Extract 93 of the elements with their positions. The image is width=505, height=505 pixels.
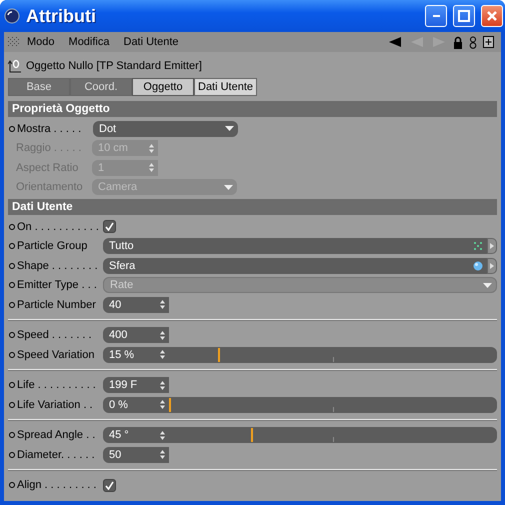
section-header: Proprietà Oggetto — [8, 101, 497, 117]
sphere-icon — [473, 260, 483, 271]
menu-item[interactable]: Modo — [20, 36, 62, 48]
number-field[interactable]: 40 — [103, 296, 169, 313]
arrow-icon — [490, 262, 494, 269]
field-value: 15 % — [109, 348, 134, 361]
field-label: Life . . . . . . . . . . — [17, 379, 97, 392]
number-field[interactable]: 50 — [103, 446, 169, 463]
caret-icon — [483, 282, 492, 288]
keyframe-dot[interactable] — [9, 382, 15, 388]
keyframe-dot[interactable] — [9, 482, 15, 488]
minimize-icon — [432, 15, 440, 17]
object-name: Oggetto Nullo [TP Standard Emitter] — [26, 60, 202, 72]
checkbox[interactable] — [103, 478, 116, 492]
spinner-arrows-icon[interactable] — [160, 380, 165, 390]
caret-icon — [224, 184, 233, 190]
particles-icon — [473, 241, 483, 252]
null-object-icon — [8, 58, 22, 74]
spinner-arrows-icon[interactable] — [160, 330, 165, 340]
slider-tick — [333, 406, 334, 412]
tab[interactable]: Dati Utente — [194, 78, 258, 96]
link-field[interactable]: Sfera — [103, 258, 487, 274]
tab[interactable]: Oggetto — [132, 78, 194, 96]
keyframe-dot[interactable] — [9, 432, 15, 438]
window-title: Attributi — [26, 6, 97, 26]
field-label: Diameter. . . . . . — [17, 448, 96, 461]
keyframe-dot[interactable] — [9, 262, 15, 269]
number-field[interactable]: 0 % — [103, 396, 169, 413]
arrow-icon — [490, 243, 494, 250]
field-value: 199 F — [109, 379, 138, 392]
spinner-arrows-icon[interactable] — [160, 430, 165, 440]
field-value: 50 — [109, 448, 122, 461]
field-label: Shape . . . . . . . . — [17, 260, 99, 272]
number-field[interactable]: 400 — [103, 327, 169, 344]
new-panel-icon[interactable] — [483, 36, 494, 48]
field-value: Tutto — [109, 240, 134, 252]
spinner-arrows-icon[interactable] — [160, 350, 165, 360]
menu-item[interactable]: Modifica — [62, 36, 116, 48]
slider-thumb[interactable] — [218, 348, 220, 362]
field-label: Particle Group — [17, 240, 88, 252]
lock-icon[interactable] — [453, 36, 463, 48]
close-button[interactable] — [481, 5, 503, 27]
keyframe-dot[interactable] — [9, 452, 15, 458]
spinner-arrows-icon[interactable] — [149, 163, 154, 172]
keyframe-dot[interactable] — [9, 332, 15, 338]
field-label: Particle Number — [17, 298, 97, 311]
field-label: Spread Angle . . — [17, 429, 96, 442]
checkbox[interactable] — [103, 220, 116, 234]
field-value: 400 — [109, 329, 128, 342]
keyframe-dot[interactable] — [9, 126, 15, 132]
dropdown[interactable]: Dot — [93, 120, 238, 137]
field-value: 40 — [109, 298, 122, 311]
back-arrow-icon[interactable] — [387, 36, 403, 48]
field-label: Speed . . . . . . . — [17, 329, 93, 342]
field-label: On . . . . . . . . . . . — [17, 220, 100, 233]
check-icon — [105, 222, 114, 232]
field-label: Align . . . . . . . . . — [17, 479, 98, 492]
spinner-arrows-icon[interactable] — [160, 400, 165, 410]
link-arrow-button[interactable] — [487, 258, 497, 274]
number-field[interactable]: 15 % — [103, 346, 169, 363]
slider-tick — [333, 356, 334, 362]
maximize-icon — [458, 10, 470, 22]
field-value: 45 ° — [109, 429, 129, 442]
app-icon — [4, 8, 20, 24]
field-label: Speed Variation — [17, 348, 96, 361]
field-value: 0 % — [109, 398, 128, 411]
keyframe-dot[interactable] — [9, 352, 15, 358]
slider-tick — [333, 437, 334, 442]
keyframe-dot[interactable] — [9, 243, 15, 250]
field-value: Sfera — [109, 260, 136, 272]
keyframe-dot[interactable] — [9, 224, 15, 230]
minimize-button[interactable] — [425, 5, 447, 27]
dropdown-value: Rate — [110, 279, 134, 292]
menu-item[interactable]: Dati Utente — [116, 36, 186, 48]
field-label: Emitter Type . . . — [17, 279, 98, 292]
number-field[interactable]: 45 ° — [103, 427, 169, 444]
spinner-arrows-icon[interactable] — [160, 300, 165, 310]
caret-icon — [225, 126, 234, 132]
keyframe-dot[interactable] — [9, 402, 15, 408]
check-icon — [105, 480, 114, 490]
spinner-arrows-icon[interactable] — [149, 144, 154, 153]
close-icon — [486, 10, 498, 22]
field-label: Life Variation . . — [17, 398, 94, 411]
field-label: Mostra . . . . . — [17, 122, 82, 135]
keyframe-dot[interactable] — [9, 302, 15, 308]
keyframe-dot[interactable] — [9, 282, 15, 288]
number-field[interactable]: 199 F — [103, 377, 169, 394]
section-header: Dati Utente — [8, 199, 497, 215]
link-field[interactable]: Tutto — [103, 238, 487, 254]
spinner-arrows-icon[interactable] — [160, 450, 165, 460]
maximize-button[interactable] — [453, 5, 475, 27]
dropdown-value: Dot — [99, 122, 116, 135]
link-arrow-button[interactable] — [487, 238, 497, 254]
